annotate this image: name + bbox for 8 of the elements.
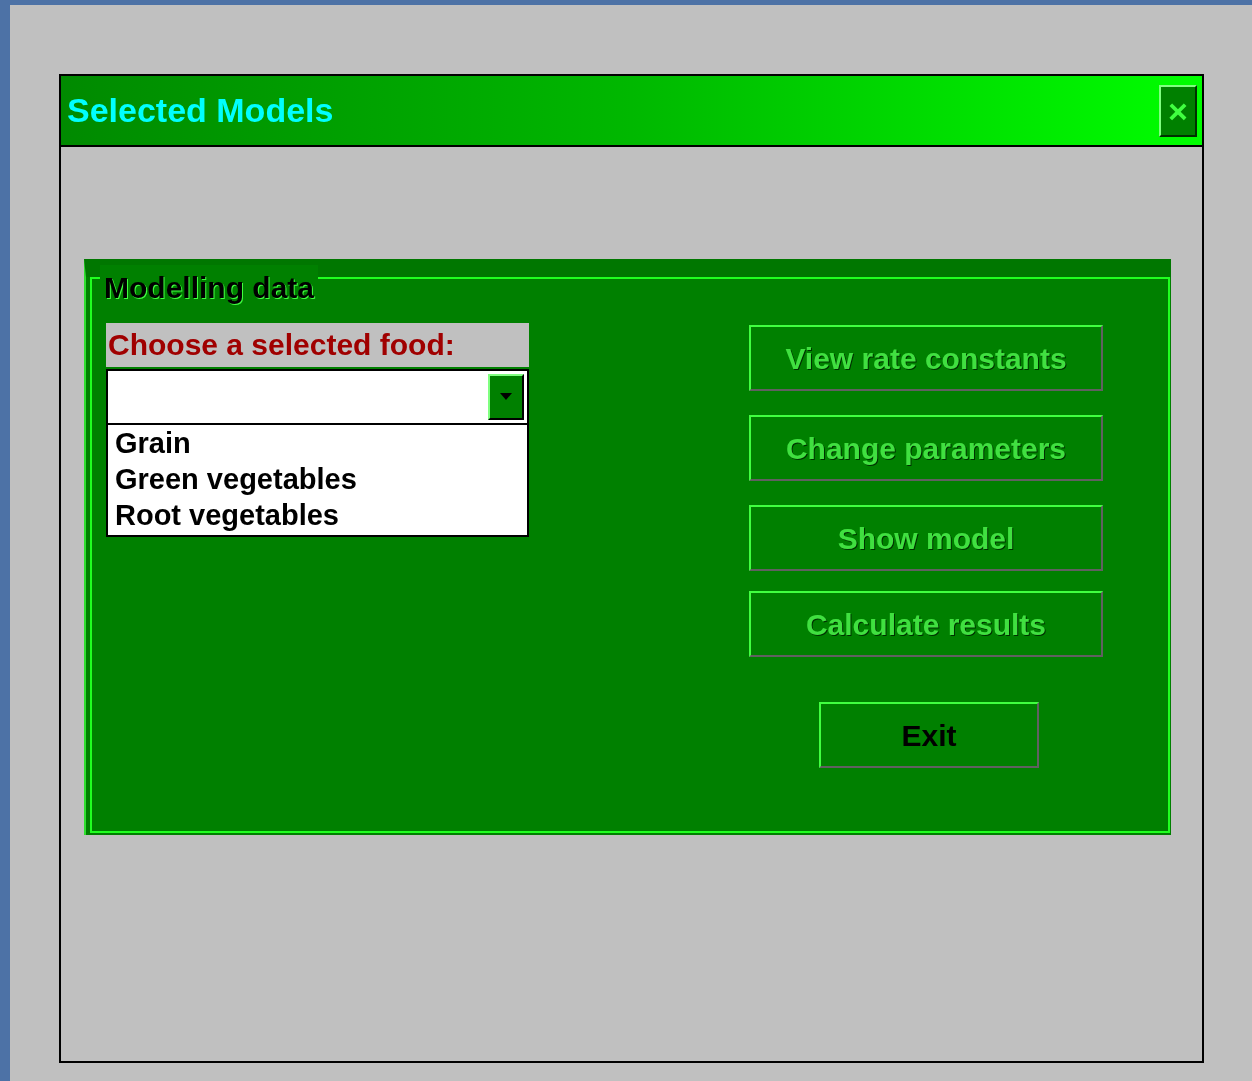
window-title: Selected Models [67, 90, 334, 131]
dropdown-option[interactable]: Root vegetables [115, 497, 527, 533]
food-dropdown[interactable] [106, 369, 529, 425]
dropdown-option[interactable]: Green vegetables [115, 461, 527, 497]
close-button[interactable]: × [1159, 84, 1197, 137]
field-label: Choose a selected food: [106, 323, 529, 367]
exit-button[interactable]: Exit [819, 702, 1039, 768]
dropdown-option[interactable]: Grain [115, 425, 527, 461]
